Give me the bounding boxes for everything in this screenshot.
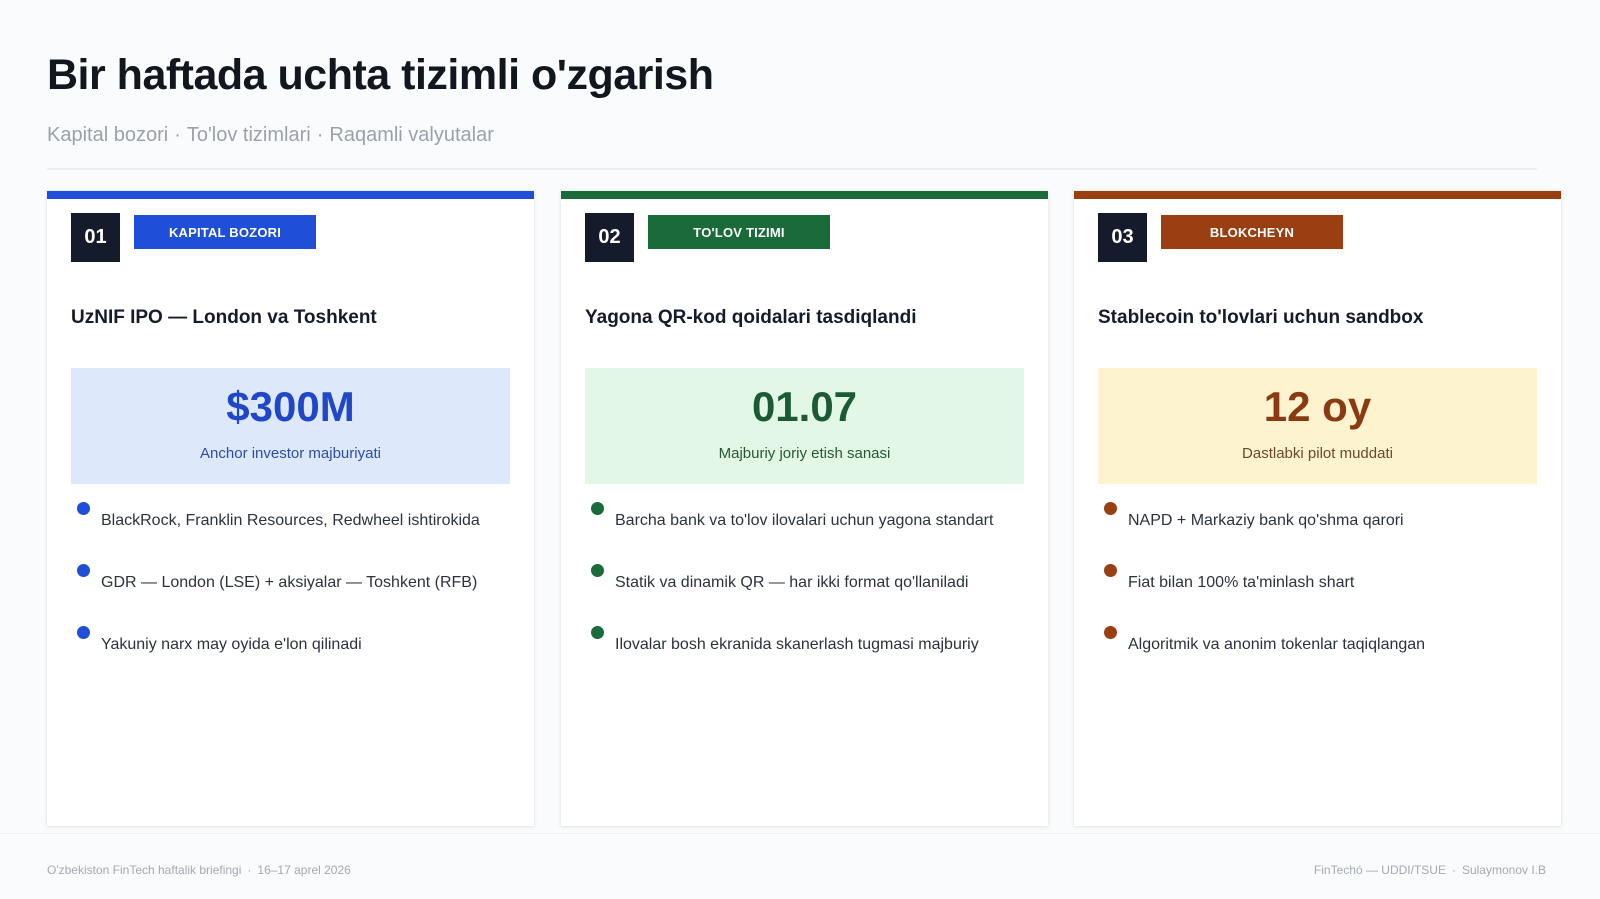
- list-item: Statik va dinamik QR — har ikki format q…: [585, 564, 1035, 626]
- bullet-text: GDR — London (LSE) + aksiyalar — Toshken…: [101, 574, 478, 591]
- bullet-text: Statik va dinamik QR — har ikki format q…: [615, 574, 969, 591]
- list-item: NAPD + Markaziy bank qo'shma qarori: [1098, 502, 1548, 564]
- highlight-caption: Majburiy joriy etish sanasi: [718, 445, 891, 462]
- card-payment-system: 02 TO'LOV TIZIMI Yagona QR-kod qoidalari…: [561, 191, 1048, 826]
- list-item: BlackRock, Franklin Resources, Redwheel …: [71, 502, 521, 564]
- list-item: Fiat bilan 100% ta'minlash shart: [1098, 564, 1548, 626]
- card-category-tag: KAPITAL BOZORI: [134, 215, 316, 249]
- footer-organization: FinTechó — UDDI/TSUE: [1313, 863, 1446, 877]
- bullet-text: NAPD + Markaziy bank qo'shma qarori: [1128, 512, 1404, 529]
- bullet-text: Yakuniy narx may oyida e'lon qilinadi: [101, 636, 362, 653]
- bullet-dot-icon: [1104, 626, 1117, 639]
- bullet-dot-icon: [77, 626, 90, 639]
- card-number-badge: 01: [71, 213, 120, 262]
- highlight-value: 12 oy: [1263, 383, 1372, 430]
- card-accent-bar: [561, 191, 1048, 199]
- card-category-tag: BLOKCHEYN: [1161, 215, 1343, 249]
- bullet-text: Ilovalar bosh ekranida skanerlash tugmas…: [615, 636, 979, 653]
- card-number-badge: 03: [1098, 213, 1147, 262]
- bullet-dot-icon: [591, 626, 604, 639]
- bullet-dot-icon: [1104, 564, 1117, 577]
- card-accent-bar: [1074, 191, 1561, 199]
- bullet-text: Barcha bank va to'lov ilovalari uchun ya…: [615, 512, 994, 529]
- header-divider: [47, 168, 1537, 170]
- card-blockchain: 03 BLOKCHEYN Stablecoin to'lovlari uchun…: [1074, 191, 1561, 826]
- highlight-value: $300M: [226, 383, 355, 430]
- subtitle-separator: ·: [174, 124, 181, 146]
- card-title: UzNIF IPO — London va Toshkent: [71, 307, 377, 328]
- bullet-dot-icon: [591, 564, 604, 577]
- footer-separator: ·: [1451, 863, 1456, 877]
- page-title: Bir haftada uchta tizimli o'zgarish: [47, 51, 714, 99]
- card-bullet-list: NAPD + Markaziy bank qo'shma qarori Fiat…: [1098, 502, 1548, 688]
- card-highlight-box: 01.07 Majburiy joriy etish sanasi: [585, 368, 1024, 484]
- cards-grid: 01 KAPITAL BOZORI UzNIF IPO — London va …: [47, 191, 1561, 826]
- card-title: Yagona QR-kod qoidalari tasdiqlandi: [585, 307, 917, 328]
- card-highlight-box: $300M Anchor investor majburiyati: [71, 368, 510, 484]
- card-capital-market: 01 KAPITAL BOZORI UzNIF IPO — London va …: [47, 191, 534, 826]
- card-accent-bar: [47, 191, 534, 199]
- highlight-value: 01.07: [751, 383, 858, 430]
- list-item: Yakuniy narx may oyida e'lon qilinadi: [71, 626, 521, 688]
- page-subtitle: Kapital bozori · To'lov tizimlari · Raqamli …: [47, 124, 494, 147]
- bullet-text: Algoritmik va anonim tokenlar taqiqlanga…: [1128, 636, 1426, 653]
- footer-author: FinTechó — UDDI/TSUE · Sulaymonov I.B: [1314, 863, 1546, 877]
- footer-date: 16–17 aprel 2026: [257, 863, 351, 877]
- card-bullet-list: Barcha bank va to'lov ilovalari uchun ya…: [585, 502, 1035, 688]
- card-bullet-list: BlackRock, Franklin Resources, Redwheel …: [71, 502, 521, 688]
- list-item: Ilovalar bosh ekranida skanerlash tugmas…: [585, 626, 1035, 688]
- bullet-dot-icon: [77, 502, 90, 515]
- subtitle-part: Kapital bozori: [47, 124, 169, 146]
- list-item: GDR — London (LSE) + aksiyalar — Toshken…: [71, 564, 521, 626]
- card-title: Stablecoin to'lovlari uchun sandbox: [1098, 307, 1424, 328]
- list-item: Barcha bank va to'lov ilovalari uchun ya…: [585, 502, 1035, 564]
- subtitle-part: To'lov tizimlari: [186, 124, 311, 146]
- footer-source: O'zbekiston FinTech haftalik briefingi · 1…: [47, 863, 351, 877]
- footer-briefing-name: O'zbekiston FinTech haftalik briefingi: [47, 863, 242, 877]
- bullet-text: Fiat bilan 100% ta'minlash shart: [1128, 574, 1355, 591]
- bullet-dot-icon: [77, 564, 90, 577]
- bullet-dot-icon: [591, 502, 604, 515]
- highlight-caption: Dastlabki pilot muddati: [1242, 445, 1393, 462]
- bullet-dot-icon: [1104, 502, 1117, 515]
- footer-divider: [0, 833, 1600, 834]
- subtitle-separator: ·: [316, 124, 324, 146]
- highlight-caption: Anchor investor majburiyati: [200, 445, 381, 462]
- footer-author-name: Sulaymonov I.B: [1461, 863, 1546, 877]
- card-highlight-box: 12 oy Dastlabki pilot muddati: [1098, 368, 1537, 484]
- list-item: Algoritmik va anonim tokenlar taqiqlanga…: [1098, 626, 1548, 688]
- footer-separator: ·: [247, 863, 252, 877]
- card-category-tag: TO'LOV TIZIMI: [648, 215, 830, 249]
- subtitle-part: Raqamli valyutalar: [329, 124, 494, 146]
- bullet-text: BlackRock, Franklin Resources, Redwheel …: [101, 512, 480, 529]
- card-number-badge: 02: [585, 213, 634, 262]
